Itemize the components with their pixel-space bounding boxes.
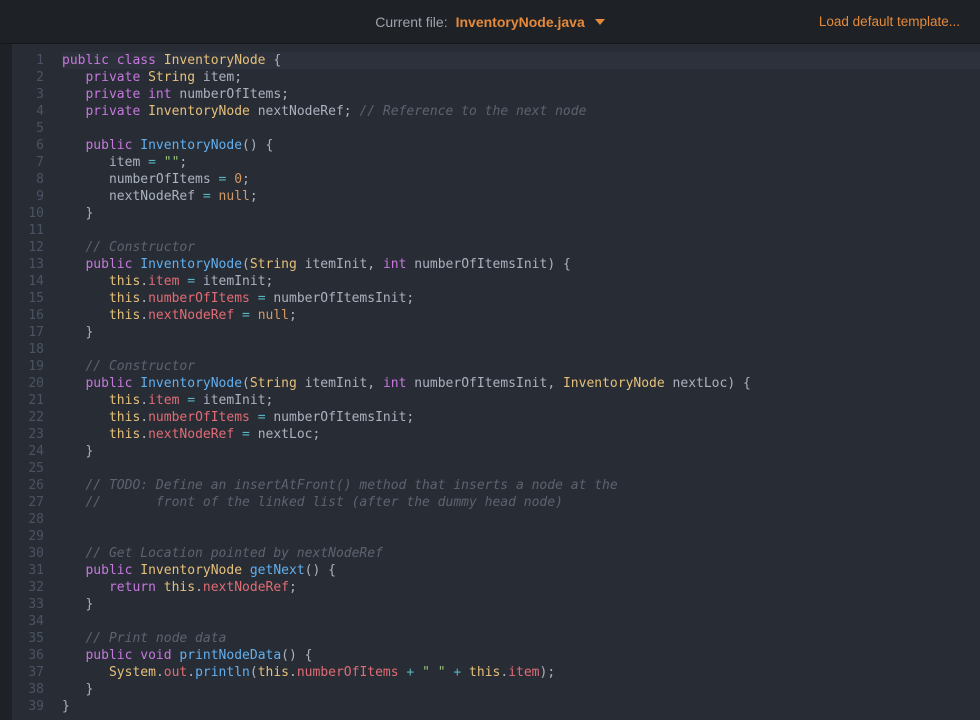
line-number: 17 [12,324,58,341]
line-number: 12 [12,239,58,256]
line-number: 3 [12,86,58,103]
code-line[interactable] [62,341,980,358]
code-line[interactable]: } [62,681,980,698]
code-line[interactable]: } [62,443,980,460]
code-line[interactable]: this.nextNodeRef = nextLoc; [62,426,980,443]
line-number: 8 [12,171,58,188]
code-line[interactable] [62,613,980,630]
code-line[interactable]: numberOfItems = 0; [62,171,980,188]
line-number: 22 [12,409,58,426]
code-line[interactable]: public InventoryNode getNext() { [62,562,980,579]
code-line[interactable] [62,120,980,137]
line-number: 18 [12,341,58,358]
code-line[interactable]: private InventoryNode nextNodeRef; // Re… [62,103,980,120]
line-number: 7 [12,154,58,171]
code-line[interactable]: public void printNodeData() { [62,647,980,664]
code-line[interactable]: // TODO: Define an insertAtFront() metho… [62,477,980,494]
line-number: 16 [12,307,58,324]
code-area[interactable]: public class InventoryNode { private Str… [58,44,980,720]
line-number: 20 [12,375,58,392]
line-number: 9 [12,188,58,205]
line-number: 25 [12,460,58,477]
code-line[interactable]: item = ""; [62,154,980,171]
code-line[interactable]: // Print node data [62,630,980,647]
code-line[interactable]: public InventoryNode() { [62,137,980,154]
line-number: 13 [12,256,58,273]
chevron-down-icon [595,19,605,25]
line-number: 4 [12,103,58,120]
code-line[interactable]: // Constructor [62,358,980,375]
line-number: 36 [12,647,58,664]
code-line[interactable]: private String item; [62,69,980,86]
line-number: 10 [12,205,58,222]
line-number: 21 [12,392,58,409]
line-number-gutter: 1234567891011121314151617181920212223242… [12,44,58,720]
line-number: 34 [12,613,58,630]
code-line[interactable]: public class InventoryNode { [62,52,980,69]
code-line[interactable]: // front of the linked list (after the d… [62,494,980,511]
code-line[interactable] [62,460,980,477]
load-default-template-link[interactable]: Load default template... [819,14,960,29]
code-line[interactable]: } [62,596,980,613]
code-line[interactable]: return this.nextNodeRef; [62,579,980,596]
code-line[interactable]: } [62,205,980,222]
line-number: 28 [12,511,58,528]
code-line[interactable]: this.item = itemInit; [62,273,980,290]
line-number: 32 [12,579,58,596]
line-number: 15 [12,290,58,307]
line-number: 1 [12,52,58,69]
line-number: 30 [12,545,58,562]
line-number: 23 [12,426,58,443]
line-number: 11 [12,222,58,239]
code-line[interactable]: } [62,698,980,715]
code-editor[interactable]: 1234567891011121314151617181920212223242… [0,44,980,720]
code-line[interactable]: this.nextNodeRef = null; [62,307,980,324]
line-number: 29 [12,528,58,545]
line-number: 14 [12,273,58,290]
line-number: 2 [12,69,58,86]
line-number: 38 [12,681,58,698]
line-number: 19 [12,358,58,375]
code-line[interactable]: private int numberOfItems; [62,86,980,103]
line-number: 33 [12,596,58,613]
line-number: 6 [12,137,58,154]
code-line[interactable]: // Constructor [62,239,980,256]
code-line[interactable] [62,511,980,528]
code-line[interactable]: System.out.println(this.numberOfItems + … [62,664,980,681]
code-line[interactable]: // Get Location pointed by nextNodeRef [62,545,980,562]
current-file-label: Current file: [375,14,447,30]
editor-header: Current file: InventoryNode.java Load de… [0,0,980,44]
code-line[interactable]: public InventoryNode(String itemInit, in… [62,256,980,273]
code-line[interactable]: } [62,324,980,341]
line-number: 5 [12,120,58,137]
code-line[interactable]: this.numberOfItems = numberOfItemsInit; [62,409,980,426]
line-number: 24 [12,443,58,460]
code-line[interactable] [62,528,980,545]
line-number: 35 [12,630,58,647]
line-number: 37 [12,664,58,681]
current-file-name: InventoryNode.java [456,14,585,30]
line-number: 27 [12,494,58,511]
code-line[interactable]: this.item = itemInit; [62,392,980,409]
code-line[interactable]: nextNodeRef = null; [62,188,980,205]
code-line[interactable]: public InventoryNode(String itemInit, in… [62,375,980,392]
line-number: 39 [12,698,58,715]
editor-left-margin [0,44,12,720]
code-line[interactable] [62,222,980,239]
code-line[interactable]: this.numberOfItems = numberOfItemsInit; [62,290,980,307]
line-number: 26 [12,477,58,494]
line-number: 31 [12,562,58,579]
